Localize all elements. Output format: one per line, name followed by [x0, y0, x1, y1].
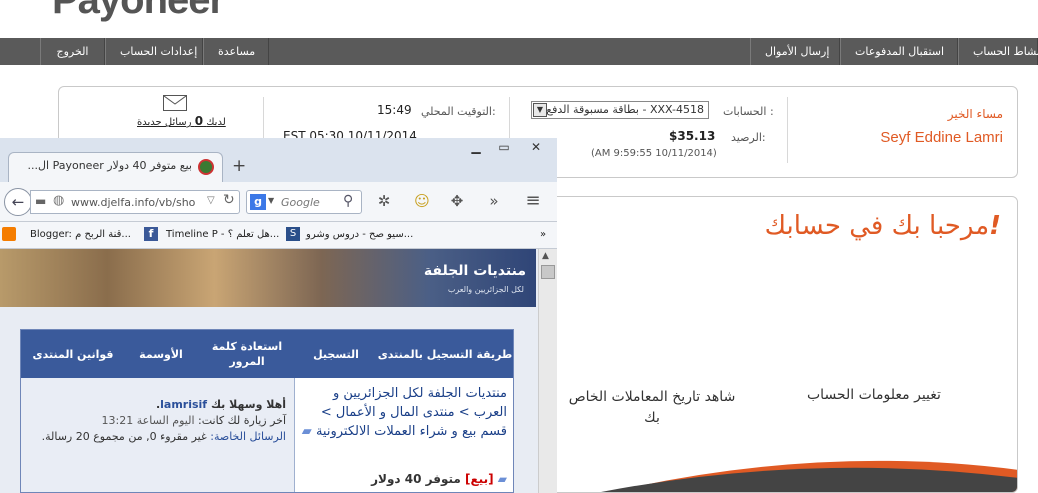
gear-icon[interactable]: ✲ — [374, 190, 394, 212]
banner-title: منتديات الجلفة — [423, 263, 526, 279]
globe-icon: ◍ — [53, 193, 65, 208]
google-g-icon[interactable]: g — [250, 194, 266, 210]
balance-timestamp: (AM 9:59:55 10/11/2014) — [591, 148, 717, 159]
bookmark-seo[interactable]: سيو صح - دروس وشرو... — [306, 222, 413, 248]
bookmark-timeline[interactable]: Timeline P - هل تعلم ؟... — [166, 222, 279, 248]
payoneer-logo[interactable]: Payoneer — [52, 0, 225, 23]
back-arrow-icon[interactable]: ← — [4, 188, 32, 216]
breadcrumb-text[interactable]: منتديات الجلفة لكل الجزائريين و العرب > … — [316, 386, 507, 439]
nav-receive-payments[interactable]: استقبال المدفوعات — [840, 38, 958, 65]
reload-icon[interactable]: ↻ — [223, 192, 235, 208]
nav-registration-method[interactable]: طريقة التسجيل بالمنتدى — [375, 330, 513, 378]
move-icon[interactable]: ✥ — [446, 190, 468, 212]
search-icon[interactable]: ⚲ — [343, 193, 353, 209]
welcome-heading-text: مرحبا بك في حسابك — [764, 211, 990, 241]
forum-nav-header: طريقة التسجيل بالمنتدى التسجيل استعادة ك… — [21, 330, 513, 378]
thread-title-text[interactable]: متوفر 40 دولار — [371, 472, 461, 486]
maximize-icon[interactable]: ▭ — [492, 140, 516, 154]
url-dropdown-icon[interactable]: ▽ — [207, 195, 215, 206]
nav-logout[interactable]: الخروج — [40, 38, 105, 65]
browser-toolbar: ← ▬ ◍ www.djelfa.info/vb/sho ▽ ↻ g ▼ Goo… — [0, 182, 557, 222]
nav-help[interactable]: مساعدة — [203, 38, 269, 65]
site-icon: S — [286, 227, 300, 241]
scroll-up-icon[interactable]: ▲ — [542, 251, 549, 261]
url-bar[interactable]: ▬ ◍ www.djelfa.info/vb/sho ▽ ↻ — [30, 190, 240, 214]
new-messages-link[interactable]: لديك 0 رسائل جديدة — [137, 114, 226, 128]
welcome-heading: مرحبا بك في حسابك! — [765, 211, 1001, 241]
nav-forum-rules[interactable]: قوانين المنتدى — [21, 330, 125, 378]
thread-tag: [بيع] — [465, 472, 494, 486]
nav-send-money[interactable]: إرسال الأموال — [750, 38, 840, 65]
close-icon[interactable]: ✕ — [524, 140, 548, 154]
search-engine-dropdown-icon[interactable]: ▼ — [268, 196, 274, 205]
balance-label: الرصيد: — [731, 131, 766, 144]
accounts-label: الحسابات : — [723, 105, 774, 118]
page-scrollbar[interactable]: ▲ — [538, 249, 557, 493]
welcome-exclaim: ! — [989, 211, 1001, 241]
forum-banner: منتديات الجلفة لكل الجزائريين والعرب — [0, 249, 536, 307]
thread-folder-icon: ▰ — [497, 472, 507, 486]
nav-recover-password[interactable]: استعادة كلمة المرور — [197, 330, 297, 378]
menu-icon[interactable]: ≡ — [520, 190, 546, 212]
thread-title: ▰ [بيع] متوفر 40 دولار — [321, 472, 507, 486]
url-text: www.djelfa.info/vb/sho — [71, 196, 196, 209]
bookmark-blogger[interactable]: Blogger: قنة الربح م... — [30, 222, 131, 248]
browser-content: منتديات الجلفة لكل الجزائريين والعرب ▲ ط… — [0, 249, 557, 493]
greeting-label: مساء الخير — [947, 107, 1003, 121]
username-link[interactable]: lamrisif — [160, 398, 207, 411]
local-time-label: التوقيت المحلي: — [421, 105, 496, 118]
search-placeholder: Google — [281, 196, 320, 209]
local-time-value: 15:49 — [377, 103, 412, 117]
balance-value: $35.13 — [669, 129, 716, 143]
account-select[interactable]: ▼ بطاقة مسبوقة الدفع - XXX-4518 — [531, 101, 709, 119]
private-messages-line: الرسائل الخاصة: غير مقروء 0, من مجموع 20… — [41, 430, 286, 443]
new-tab-button[interactable]: + — [232, 156, 246, 176]
decorative-swoosh — [601, 460, 1017, 492]
user-info-panel: أهلا وسهلا بك lamrisif. آخر زيارة لك كان… — [21, 378, 295, 492]
browser-tab[interactable]: ...ال Payoneer بيع متوفر 40 دولار — [8, 152, 223, 182]
view-transaction-history-link[interactable]: شاهد تاريخ المعاملات الخاص بك — [559, 387, 745, 429]
welcome-panel: مرحبا بك في حسابك! تغيير معلومات الحساب … — [540, 196, 1018, 493]
browser-titlebar: ▁ ▭ ✕ ...ال Payoneer بيع متوفر 40 دولار … — [0, 138, 557, 182]
nav-account-settings[interactable]: إعدادات الحساب — [105, 38, 203, 65]
user-name: Seyf Eddine Lamri — [880, 129, 1003, 146]
blogger-icon — [2, 227, 16, 241]
browser-window: ▁ ▭ ✕ ...ال Payoneer بيع متوفر 40 دولار … — [0, 138, 557, 493]
facebook-icon: f — [144, 227, 158, 241]
welcome-user-line: أهلا وسهلا بك lamrisif. — [155, 398, 286, 411]
change-account-info-link[interactable]: تغيير معلومات الحساب — [807, 387, 941, 403]
scroll-thumb[interactable] — [541, 265, 555, 279]
search-bar[interactable]: g ▼ Google ⚲ — [246, 190, 362, 214]
pm-link[interactable]: الرسائل الخاصة: — [210, 430, 286, 443]
account-select-value: بطاقة مسبوقة الدفع - XXX-4518 — [546, 103, 704, 116]
overflow-chevron-icon[interactable]: » — [484, 190, 504, 212]
tab-favicon-icon — [198, 159, 214, 175]
banner-subtitle: لكل الجزائريين والعرب — [447, 285, 524, 294]
breadcrumb: منتديات الجلفة لكل الجزائريين و العرب > … — [301, 384, 507, 466]
forum-nav-table: طريقة التسجيل بالمنتدى التسجيل استعادة ك… — [20, 329, 514, 493]
minimize-icon[interactable]: ▁ — [464, 140, 488, 154]
nav-medals[interactable]: الأوسمة — [125, 330, 197, 378]
main-nav-bar: نشاط الحساب استقبال المدفوعات إرسال الأم… — [0, 38, 1038, 65]
nav-register[interactable]: التسجيل — [297, 330, 375, 378]
bookmarks-overflow-icon[interactable]: » — [540, 222, 546, 248]
page-identity-icon[interactable]: ▬ — [35, 194, 46, 208]
folder-icon: ▰ — [301, 424, 312, 439]
bookmarks-bar: Blogger: قنة الربح م... f Timeline P - ه… — [0, 222, 557, 249]
tab-title: ...ال Payoneer بيع متوفر 40 دولار — [27, 159, 192, 172]
nav-account-activity[interactable]: نشاط الحساب — [958, 38, 1038, 65]
addon-icon[interactable]: ☺ — [410, 190, 434, 212]
dropdown-arrow-icon[interactable]: ▼ — [533, 103, 547, 117]
last-visit-line: آخر زيارة لك كانت: اليوم الساعة 13:21 — [101, 414, 286, 427]
envelope-icon[interactable] — [163, 95, 187, 111]
